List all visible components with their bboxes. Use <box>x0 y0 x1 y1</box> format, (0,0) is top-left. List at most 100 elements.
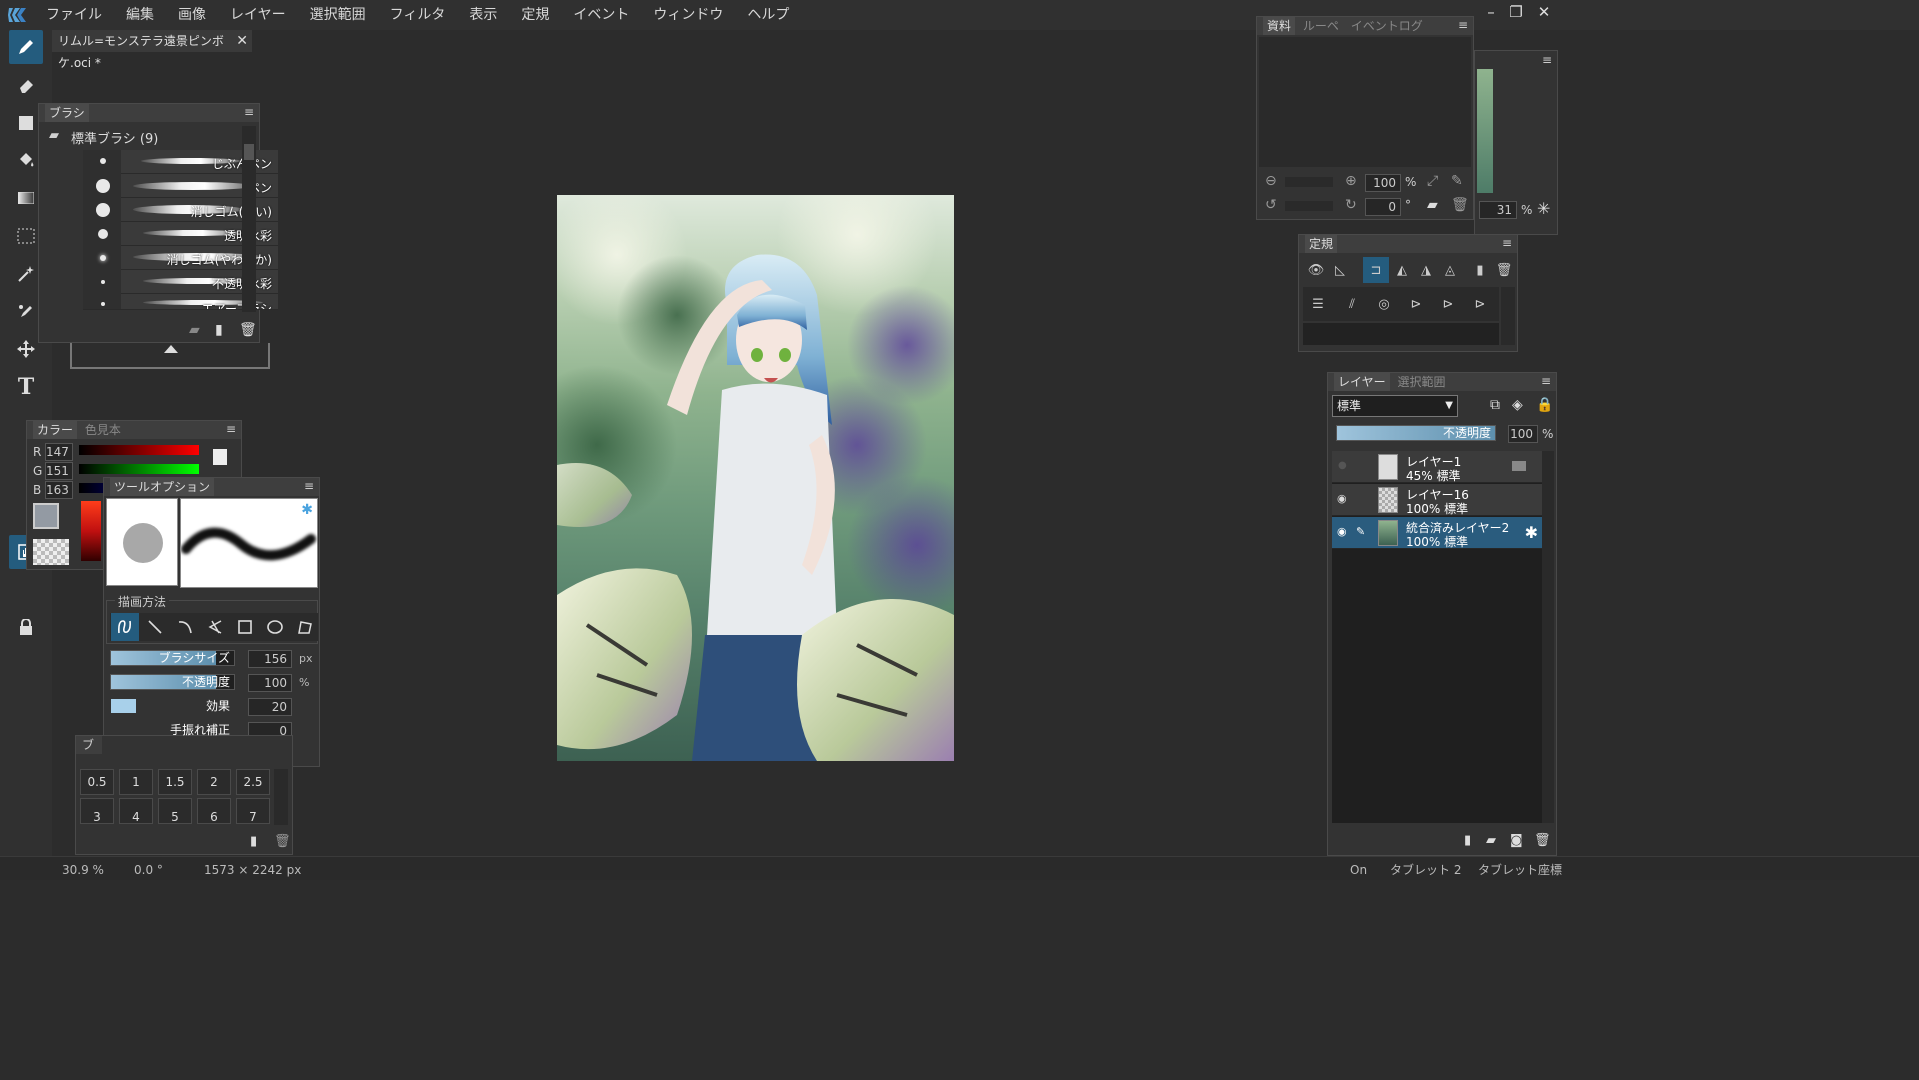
new-ruler-icon[interactable]: ▮ <box>1467 257 1493 283</box>
brush-list-scrollbar[interactable] <box>242 126 256 312</box>
delete-ruler-icon[interactable]: 🗑 <box>1491 257 1517 283</box>
ruler-list[interactable] <box>1303 323 1499 345</box>
layer-row[interactable]: ● レイヤー1 45% 標準 <box>1332 451 1542 483</box>
close-window-button[interactable]: ✕ <box>1528 0 1560 26</box>
brush-panel-collapse[interactable] <box>70 343 270 369</box>
size-list-scrollbar[interactable] <box>274 769 288 825</box>
layer-opacity-slider[interactable]: 不透明度 <box>1336 425 1496 441</box>
zoom-out-icon[interactable]: ⊖ <box>1265 173 1277 189</box>
g-slider[interactable] <box>79 464 199 474</box>
layer-scrollbar[interactable] <box>1542 451 1554 823</box>
layer-mask-icon[interactable]: ◙ <box>1510 833 1523 848</box>
ruler-mirror-icon[interactable]: ◭ <box>1389 257 1415 283</box>
hue-gradient[interactable] <box>81 501 101 561</box>
size-button[interactable]: 7 <box>236 798 270 824</box>
layer-row[interactable]: ◉ ✎ 統合済みレイヤー2 100% 標準 ✱ <box>1332 517 1542 549</box>
polyline-mode-icon[interactable] <box>201 613 229 641</box>
menu-image[interactable]: 画像 <box>166 0 218 30</box>
rectangle-mode-icon[interactable] <box>231 613 259 641</box>
freehand-mode-icon[interactable] <box>111 613 139 641</box>
tab-reference[interactable]: 資料 <box>1263 17 1296 35</box>
edit-pen-icon[interactable]: ✎ <box>1356 525 1365 538</box>
ellipse-mode-icon[interactable] <box>261 613 289 641</box>
panel-menu-icon[interactable]: ≡ <box>1540 374 1552 388</box>
visibility-icon[interactable]: ◉ <box>1337 525 1347 538</box>
parallel-ruler-icon[interactable]: ☰ <box>1305 291 1331 317</box>
brush-size-value[interactable]: 156 <box>248 650 292 668</box>
color-mode-icon[interactable] <box>213 449 227 465</box>
opacity-value[interactable]: 100 <box>248 674 292 692</box>
lock-icon[interactable] <box>9 610 43 644</box>
panel-menu-icon[interactable]: ≡ <box>243 105 255 119</box>
concentric-ruler-icon[interactable]: ◎ <box>1371 291 1397 317</box>
rotate-left-icon[interactable]: ↺ <box>1265 197 1277 213</box>
layer-stack-icon[interactable]: ◈ <box>1512 397 1523 413</box>
g-value[interactable]: 151 <box>45 462 73 480</box>
menu-ruler[interactable]: 定規 <box>509 0 561 30</box>
main-color-swatch[interactable] <box>33 503 59 529</box>
reference-rotate-slider[interactable] <box>1285 201 1333 211</box>
perspective-2-icon[interactable]: ⊳ <box>1435 291 1461 317</box>
menu-view[interactable]: 表示 <box>457 0 509 30</box>
perspective-3-icon[interactable]: ⊳ <box>1467 291 1493 317</box>
visibility-icon[interactable]: ◉ <box>1337 492 1347 505</box>
new-folder-icon[interactable]: ▰ <box>189 322 200 338</box>
ruler-symmetry-icon[interactable]: ◮ <box>1413 257 1439 283</box>
tab-color[interactable]: カラー <box>33 421 78 439</box>
r-slider[interactable] <box>79 445 199 455</box>
reference-view[interactable] <box>1259 37 1471 167</box>
menu-filter[interactable]: フィルタ <box>378 0 458 30</box>
tab-loupe[interactable]: ルーペ <box>1299 17 1343 35</box>
perspective-1-icon[interactable]: ⊳ <box>1403 291 1429 317</box>
menu-window[interactable]: ウィンドウ <box>641 0 735 30</box>
diagonal-ruler-icon[interactable]: ⫽ <box>1339 291 1365 317</box>
menu-selection[interactable]: 選択範囲 <box>298 0 378 30</box>
clipping-icon[interactable]: ⧉ <box>1490 397 1500 413</box>
panel-menu-icon[interactable]: ≡ <box>1501 236 1513 250</box>
size-button[interactable]: 1 <box>119 769 153 795</box>
effect-slider[interactable]: 効果 <box>110 698 235 714</box>
size-button[interactable]: 2 <box>197 769 231 795</box>
mask-icon[interactable] <box>1512 461 1526 471</box>
navigator-zoom-value[interactable]: 31 <box>1479 201 1517 219</box>
size-button[interactable]: 3 <box>80 798 114 824</box>
brush-group-header[interactable]: ▰ 標準ブラシ (9) <box>45 126 245 147</box>
delete-size-icon[interactable]: 🗑 <box>274 834 291 849</box>
line-mode-icon[interactable] <box>141 613 169 641</box>
menu-edit[interactable]: 編集 <box>114 0 166 30</box>
settings-icon[interactable]: ✱ <box>301 502 313 518</box>
layer-opacity-value[interactable]: 100 <box>1508 425 1538 443</box>
new-folder-icon[interactable]: ▰ <box>1486 833 1496 848</box>
delete-layer-icon[interactable]: 🗑 <box>1534 833 1551 848</box>
ruler-scrollbar[interactable] <box>1501 287 1515 345</box>
menu-layer[interactable]: レイヤー <box>218 0 298 30</box>
menu-help[interactable]: ヘルプ <box>735 0 801 30</box>
size-button[interactable]: 5 <box>158 798 192 824</box>
new-brush-icon[interactable]: ▮ <box>215 322 223 338</box>
transparent-color-swatch[interactable] <box>33 539 69 565</box>
size-button[interactable]: 2.5 <box>236 769 270 795</box>
panel-menu-icon[interactable]: ≡ <box>303 479 315 493</box>
layer-row[interactable]: ◉ レイヤー16 100% 標準 <box>1332 484 1542 516</box>
brush-size-slider[interactable]: ブラシサイズ <box>110 650 235 666</box>
curve-mode-icon[interactable] <box>171 613 199 641</box>
close-document-icon[interactable]: ✕ <box>236 30 248 52</box>
open-folder-icon[interactable]: ▰ <box>1427 197 1438 213</box>
r-value[interactable]: 147 <box>45 443 73 461</box>
ruler-angle-icon[interactable]: ◺ <box>1327 257 1353 283</box>
fit-icon[interactable]: ⤢ <box>1427 173 1438 189</box>
delete-reference-icon[interactable]: 🗑 <box>1451 197 1469 213</box>
pen-tool-icon[interactable] <box>9 30 43 64</box>
panel-menu-icon[interactable]: ≡ <box>1457 18 1469 32</box>
panel-menu-icon[interactable]: ≡ <box>1541 53 1553 67</box>
eraser-tool-icon[interactable] <box>9 68 43 102</box>
reference-rotate-value[interactable]: 0 <box>1365 198 1401 216</box>
tab-selection[interactable]: 選択範囲 <box>1393 373 1449 391</box>
eyedropper-icon[interactable]: ✎ <box>1451 173 1463 189</box>
lock-layer-icon[interactable]: 🔒 <box>1536 397 1553 413</box>
zoom-in-icon[interactable]: ⊕ <box>1345 173 1357 189</box>
reference-zoom-value[interactable]: 100 <box>1365 174 1401 192</box>
collapse-arrow-icon[interactable] <box>164 345 178 353</box>
size-button[interactable]: 1.5 <box>158 769 192 795</box>
b-value[interactable]: 163 <box>45 481 73 499</box>
